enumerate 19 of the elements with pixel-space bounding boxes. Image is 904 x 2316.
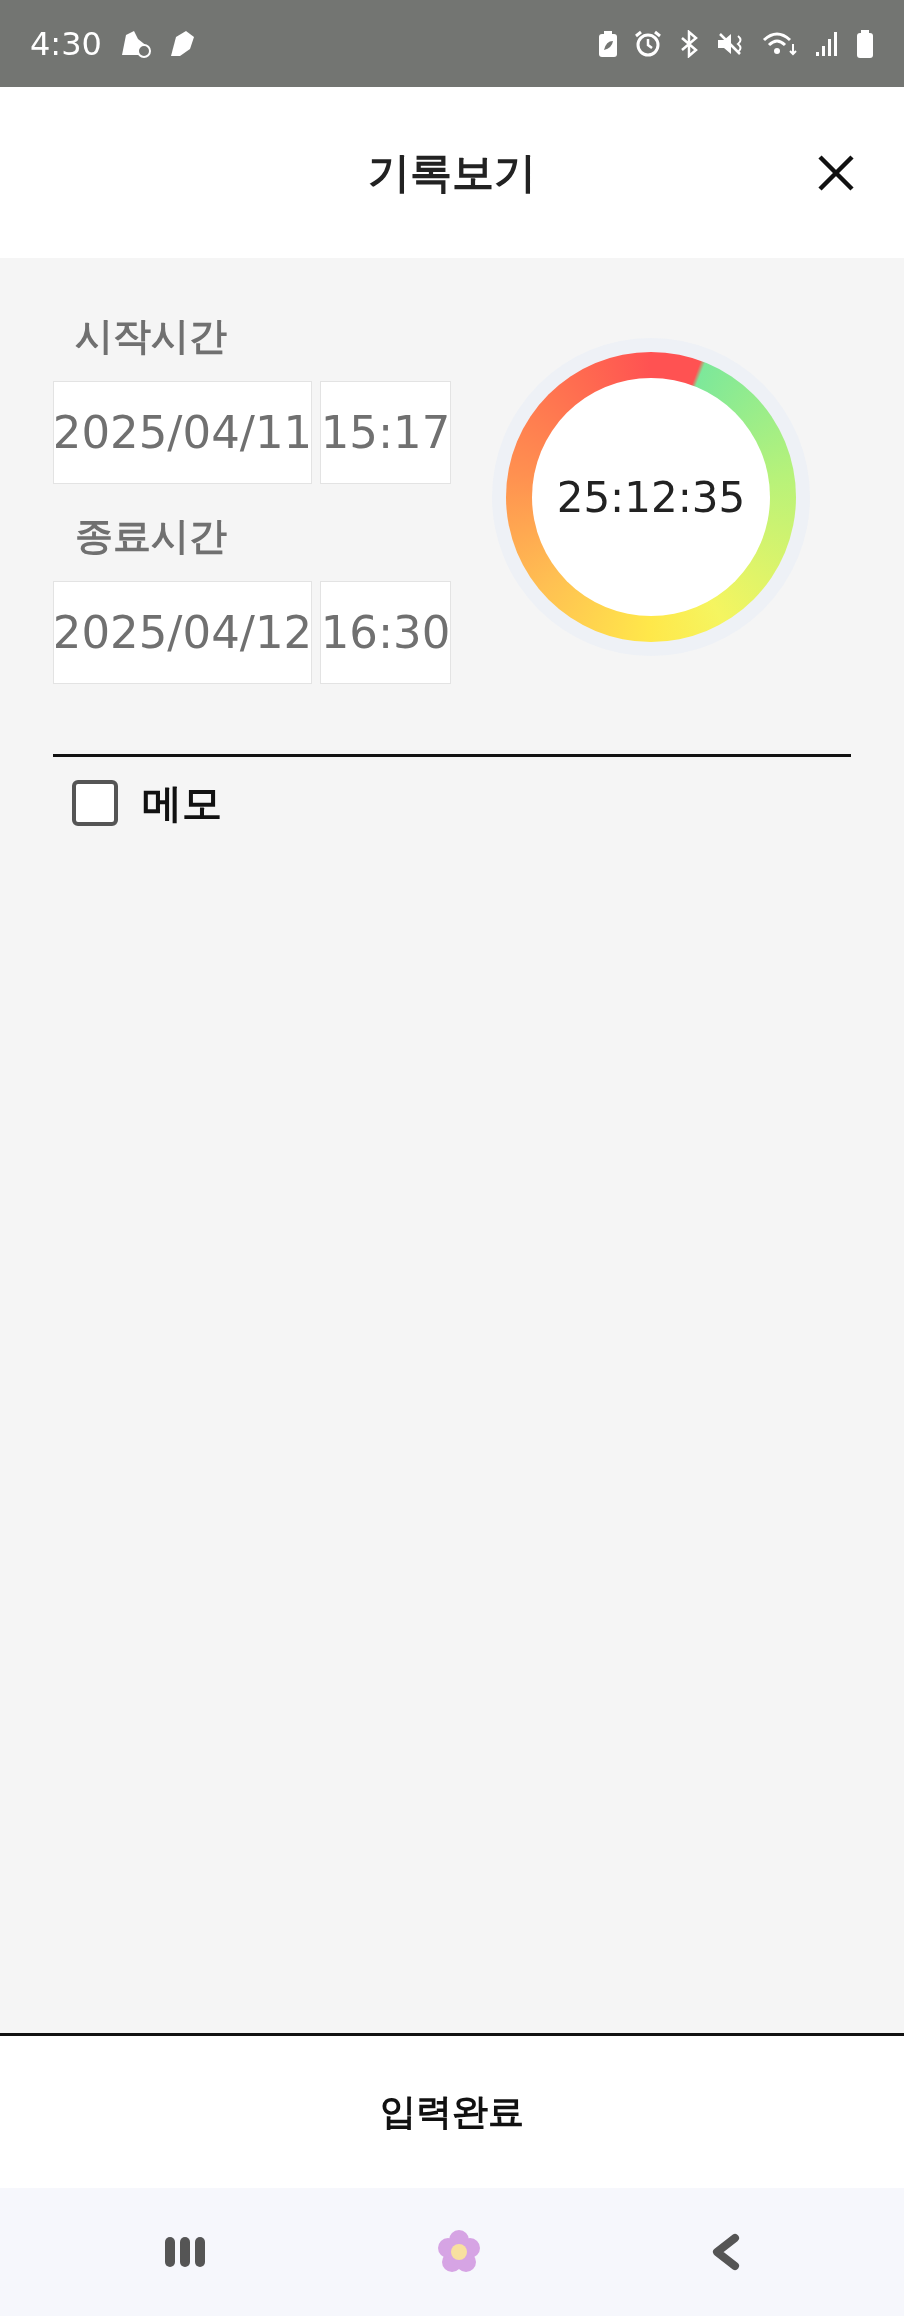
- signal-icon: [814, 29, 840, 58]
- clock-time: 4:30: [30, 23, 102, 65]
- start-time-field[interactable]: 15:17: [320, 381, 451, 484]
- end-date-field[interactable]: 2025/04/12: [53, 581, 312, 684]
- start-time-label: 시작시간: [74, 313, 228, 360]
- elapsed-time: 25:12:35: [556, 471, 746, 524]
- battery-saver-icon: [598, 29, 618, 58]
- back-icon[interactable]: [711, 2232, 742, 2272]
- battery-icon: [856, 28, 874, 59]
- recent-apps-icon[interactable]: [162, 2235, 207, 2269]
- alarm-icon: [634, 29, 662, 58]
- end-time-label: 종료시간: [74, 513, 228, 560]
- memo-label: 메모: [142, 779, 222, 828]
- end-time-field[interactable]: 16:30: [320, 581, 451, 684]
- start-date-field[interactable]: 2025/04/11: [53, 381, 312, 484]
- page-title: 기록보기: [368, 147, 536, 199]
- wifi-icon: [762, 29, 798, 58]
- memo-checkbox[interactable]: [72, 780, 118, 826]
- close-icon: [816, 152, 856, 193]
